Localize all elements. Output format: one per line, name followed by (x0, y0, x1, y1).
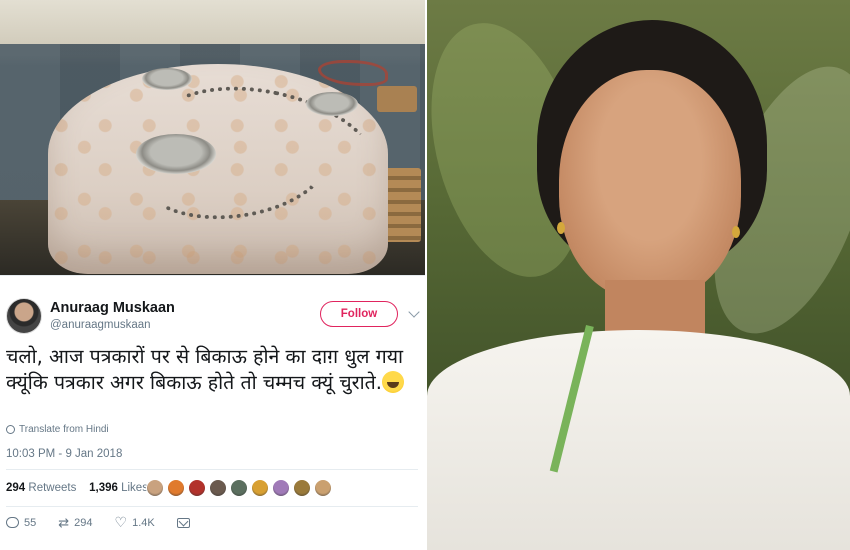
divider (6, 506, 418, 507)
dm-icon (176, 517, 190, 528)
retweets-label[interactable]: Retweets (28, 482, 76, 494)
chevron-down-icon[interactable] (408, 306, 420, 318)
liker-avatar[interactable] (167, 479, 185, 497)
tweet-text: चलो, आज पत्रकारों पर से बिकाऊ होने का दा… (6, 344, 418, 396)
portrait-photo (427, 0, 850, 550)
user-handle[interactable]: @anuraagmuskaan (50, 319, 151, 331)
reply-icon (6, 517, 19, 528)
tweet-card: Anuraag Muskaan @anuraagmuskaan Follow च… (0, 275, 425, 550)
display-name[interactable]: Anuraag Muskaan (50, 300, 175, 316)
retweets-count[interactable]: 294 (6, 482, 25, 494)
globe-icon (6, 425, 15, 434)
engagement-stats: 294 Retweets 1,396 Likes (6, 482, 148, 494)
tweet-body: चलो, आज पत्रकारों पर से बिकाऊ होने का दा… (6, 345, 404, 394)
dm-action[interactable] (176, 517, 190, 528)
steel-bowl (142, 68, 192, 90)
steel-bowl (136, 134, 216, 174)
liker-avatar[interactable] (209, 479, 227, 497)
likes-count[interactable]: 1,396 (89, 482, 118, 494)
chair-back (377, 86, 417, 112)
liker-avatar[interactable] (146, 479, 164, 497)
translate-label: Translate from Hindi (19, 424, 109, 435)
retweet-count: 294 (74, 516, 93, 529)
liker-avatar[interactable] (188, 479, 206, 497)
grinning-face-emoji-icon (381, 371, 404, 393)
like-action[interactable]: ♡ 1.4K (114, 514, 155, 530)
table-bowls-photo (0, 0, 425, 275)
earring (557, 222, 565, 234)
likers-avatars (146, 479, 332, 497)
retweet-icon: ⇄ (58, 515, 70, 530)
reply-action[interactable]: 55 (6, 517, 36, 529)
reply-count: 55 (24, 516, 37, 529)
liker-avatar[interactable] (230, 479, 248, 497)
liker-avatar[interactable] (293, 479, 311, 497)
steel-bowl (306, 92, 358, 116)
like-count: 1.4K (132, 516, 155, 529)
heart-icon: ♡ (114, 514, 128, 530)
tweet-timestamp[interactable]: 10:03 PM - 9 Jan 2018 (6, 448, 122, 460)
face (559, 70, 741, 300)
white-saree (427, 330, 850, 550)
follow-button[interactable]: Follow (320, 301, 398, 327)
divider (6, 469, 418, 470)
liker-avatar[interactable] (272, 479, 290, 497)
likes-label[interactable]: Likes (121, 482, 148, 494)
liker-avatar[interactable] (251, 479, 269, 497)
liker-avatar[interactable] (314, 479, 332, 497)
avatar[interactable] (6, 298, 42, 334)
retweet-action[interactable]: ⇄ 294 (58, 516, 92, 529)
tweet-actions: 55 ⇄ 294 ♡ 1.4K (6, 514, 212, 530)
translate-link[interactable]: Translate from Hindi (6, 424, 109, 435)
earring (732, 226, 740, 238)
